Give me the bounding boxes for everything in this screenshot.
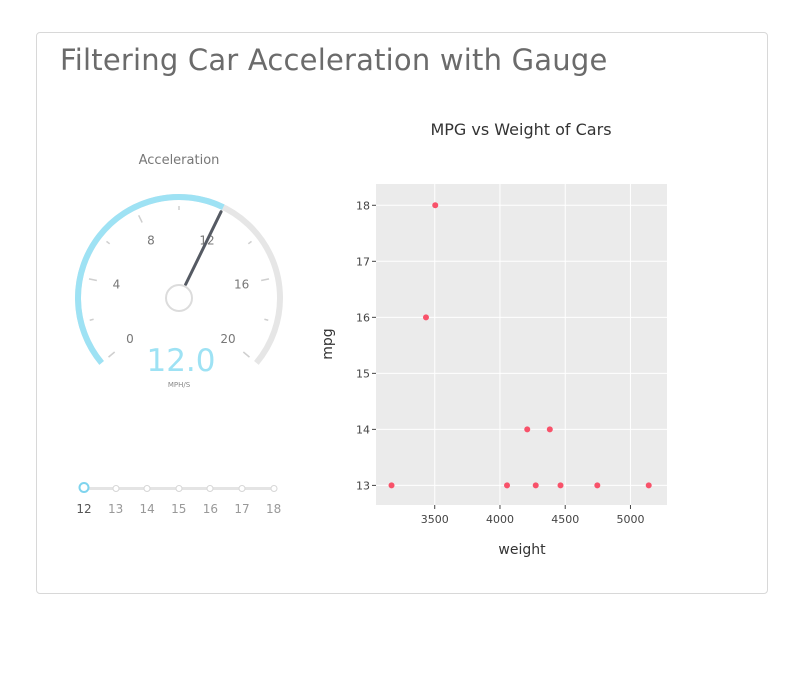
- plot-background: [376, 184, 667, 505]
- data-point: [645, 482, 652, 489]
- data-point: [524, 426, 531, 433]
- y-tick-label: 17: [356, 255, 370, 268]
- y-tick-label: 16: [356, 311, 370, 324]
- y-tick-label: 15: [356, 367, 370, 380]
- x-tick-label: 4500: [551, 513, 579, 526]
- chart-title: MPG vs Weight of Cars: [430, 120, 611, 139]
- data-point: [532, 482, 539, 489]
- data-point: [504, 482, 511, 489]
- x-tick-label: 3500: [421, 513, 449, 526]
- x-axis-label: weight: [498, 542, 546, 558]
- y-tick-label: 14: [356, 423, 370, 436]
- data-point: [432, 202, 439, 209]
- x-tick-label: 4000: [486, 513, 514, 526]
- y-tick-label: 18: [356, 199, 370, 212]
- mpg-weight-scatter-chart: MPG vs Weight of Cars 3500 4000 4500 5000 13 1…: [320, 120, 667, 558]
- data-point: [546, 426, 553, 433]
- data-point: [422, 314, 429, 321]
- data-point: [388, 482, 395, 489]
- y-axis-label: mpg: [320, 328, 336, 359]
- y-tick-label: 13: [356, 479, 370, 492]
- x-tick-label: 5000: [616, 513, 644, 526]
- data-point: [557, 482, 564, 489]
- data-point: [594, 482, 601, 489]
